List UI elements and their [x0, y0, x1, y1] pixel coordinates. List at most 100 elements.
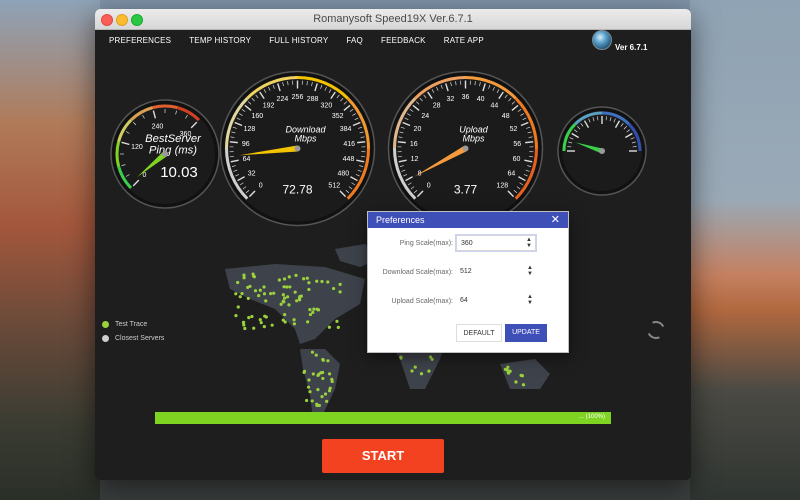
download-scale-label: Download Scale(max):	[382, 269, 453, 276]
server-dot	[248, 284, 252, 288]
ping-scale-input[interactable]: 360 ▲ ▼	[456, 235, 536, 251]
server-dot	[314, 353, 318, 357]
server-dot	[410, 369, 414, 373]
progress-text: ... (100%)	[578, 414, 605, 420]
server-dot	[306, 320, 310, 324]
gauge-value: 10.03	[160, 164, 198, 181]
server-dot	[308, 307, 312, 312]
server-dot	[282, 277, 287, 281]
server-dot	[236, 305, 240, 309]
gauge-tick-label: 20	[414, 126, 422, 133]
upload-scale-stepper-icon[interactable]: ▲ ▼	[527, 294, 533, 306]
ping-gauge: 0120240360BestServerPing (ms)10.03	[110, 99, 220, 209]
gauge-tick	[525, 141, 534, 144]
server-dot	[264, 299, 268, 303]
dialog-header: Preferences ✕	[368, 212, 568, 228]
main-menu: PREFERENCES TEMP HISTORY FULL HISTORY FA…	[109, 36, 502, 45]
menu-preferences[interactable]: PREFERENCES	[109, 36, 171, 45]
server-dot	[288, 285, 292, 289]
gauge-tick-label: 416	[343, 141, 355, 148]
server-dot	[258, 318, 262, 322]
default-button[interactable]: DEFAULT	[456, 324, 502, 342]
server-dot	[292, 318, 296, 322]
gauge-tick-label: 160	[251, 113, 263, 120]
server-dot	[258, 288, 262, 292]
menu-rate-app[interactable]: RATE APP	[444, 36, 484, 45]
server-dot	[521, 383, 526, 387]
server-dot	[327, 389, 332, 393]
upload-scale-value: 64	[460, 297, 468, 304]
server-dot	[308, 390, 312, 394]
closest-servers-dot	[102, 335, 109, 342]
gauge-tick-label: 64	[507, 170, 515, 177]
download-scale-stepper-icon[interactable]: ▲ ▼	[527, 265, 533, 277]
start-button[interactable]: START	[322, 439, 444, 473]
app-window: Romanysoft Speed19X Ver.6.7.1 PREFERENCE…	[95, 9, 691, 480]
menu-full-history[interactable]: FULL HISTORY	[269, 36, 328, 45]
app-logo-icon	[592, 30, 612, 50]
gauge-unit: Ping (ms)	[149, 144, 197, 156]
gauge-tick-label: 48	[502, 113, 510, 120]
server-dot	[413, 365, 417, 369]
server-dot	[283, 313, 287, 317]
server-dot	[234, 292, 238, 296]
gauge-unit: Mbps	[462, 134, 485, 144]
desktop-wallpaper-left	[0, 0, 100, 500]
gauge-tick-label: 64	[243, 156, 251, 163]
update-button[interactable]: UPDATE	[505, 324, 547, 342]
server-dot	[305, 398, 309, 403]
menu-temp-history[interactable]: TEMP HISTORY	[189, 36, 251, 45]
server-dot	[250, 314, 254, 319]
server-dot	[506, 365, 510, 369]
server-dot	[236, 280, 240, 285]
server-dot	[269, 292, 273, 296]
gauge-tick-label: 240	[152, 123, 164, 130]
server-dot	[287, 275, 291, 279]
server-dot	[253, 289, 258, 293]
download-scale-input[interactable]: 512 ▲ ▼	[456, 264, 536, 280]
gauge-unit: Mbps	[294, 134, 317, 144]
preferences-dialog: Preferences ✕ Ping Scale(max): 360 ▲ ▼ Do…	[367, 211, 569, 353]
server-dot	[326, 359, 330, 363]
gauge-tick-label: 0	[143, 172, 147, 179]
server-dot	[419, 372, 424, 376]
server-dot	[279, 302, 283, 306]
window-title: Romanysoft Speed19X Ver.6.7.1	[313, 13, 473, 25]
server-dot	[338, 282, 342, 287]
gauge-hub	[162, 151, 168, 157]
menu-feedback[interactable]: FEEDBACK	[381, 36, 426, 45]
server-dot	[292, 322, 296, 326]
server-dot	[506, 371, 511, 375]
server-dot	[252, 326, 256, 330]
server-dot	[310, 399, 314, 403]
server-dot	[270, 323, 274, 327]
server-dot	[295, 299, 299, 303]
ping-scale-stepper-icon[interactable]: ▲ ▼	[526, 237, 532, 249]
refresh-icon[interactable]	[644, 318, 668, 342]
server-dot	[320, 279, 324, 284]
server-dot	[315, 307, 319, 311]
close-icon[interactable]: ✕	[551, 213, 560, 226]
server-dot	[285, 295, 290, 299]
server-dot	[323, 392, 328, 396]
version-label: Ver 6.7.1	[615, 43, 648, 52]
server-dot	[272, 291, 276, 295]
closest-servers-label: Closest Servers	[115, 335, 165, 342]
server-dot	[519, 373, 523, 377]
gauge-tick-label: 128	[244, 126, 256, 133]
gauge-tick-label: 32	[248, 170, 256, 177]
server-dot	[281, 293, 285, 297]
gauge-hub	[294, 145, 301, 152]
server-dot	[335, 319, 339, 323]
server-dot	[283, 320, 287, 324]
gauge-tick-label: 32	[447, 96, 455, 103]
gauge-tick-label: 96	[242, 141, 250, 148]
menu-faq[interactable]: FAQ	[346, 36, 363, 45]
server-dot	[262, 285, 266, 289]
server-dot	[430, 357, 434, 361]
upload-gauge: 081216202428323640444852566064128UploadM…	[387, 70, 544, 227]
server-dot	[316, 373, 320, 378]
gauge-tick-label: 224	[277, 96, 289, 103]
server-dot	[331, 286, 336, 291]
upload-scale-input[interactable]: 64 ▲ ▼	[456, 293, 536, 309]
